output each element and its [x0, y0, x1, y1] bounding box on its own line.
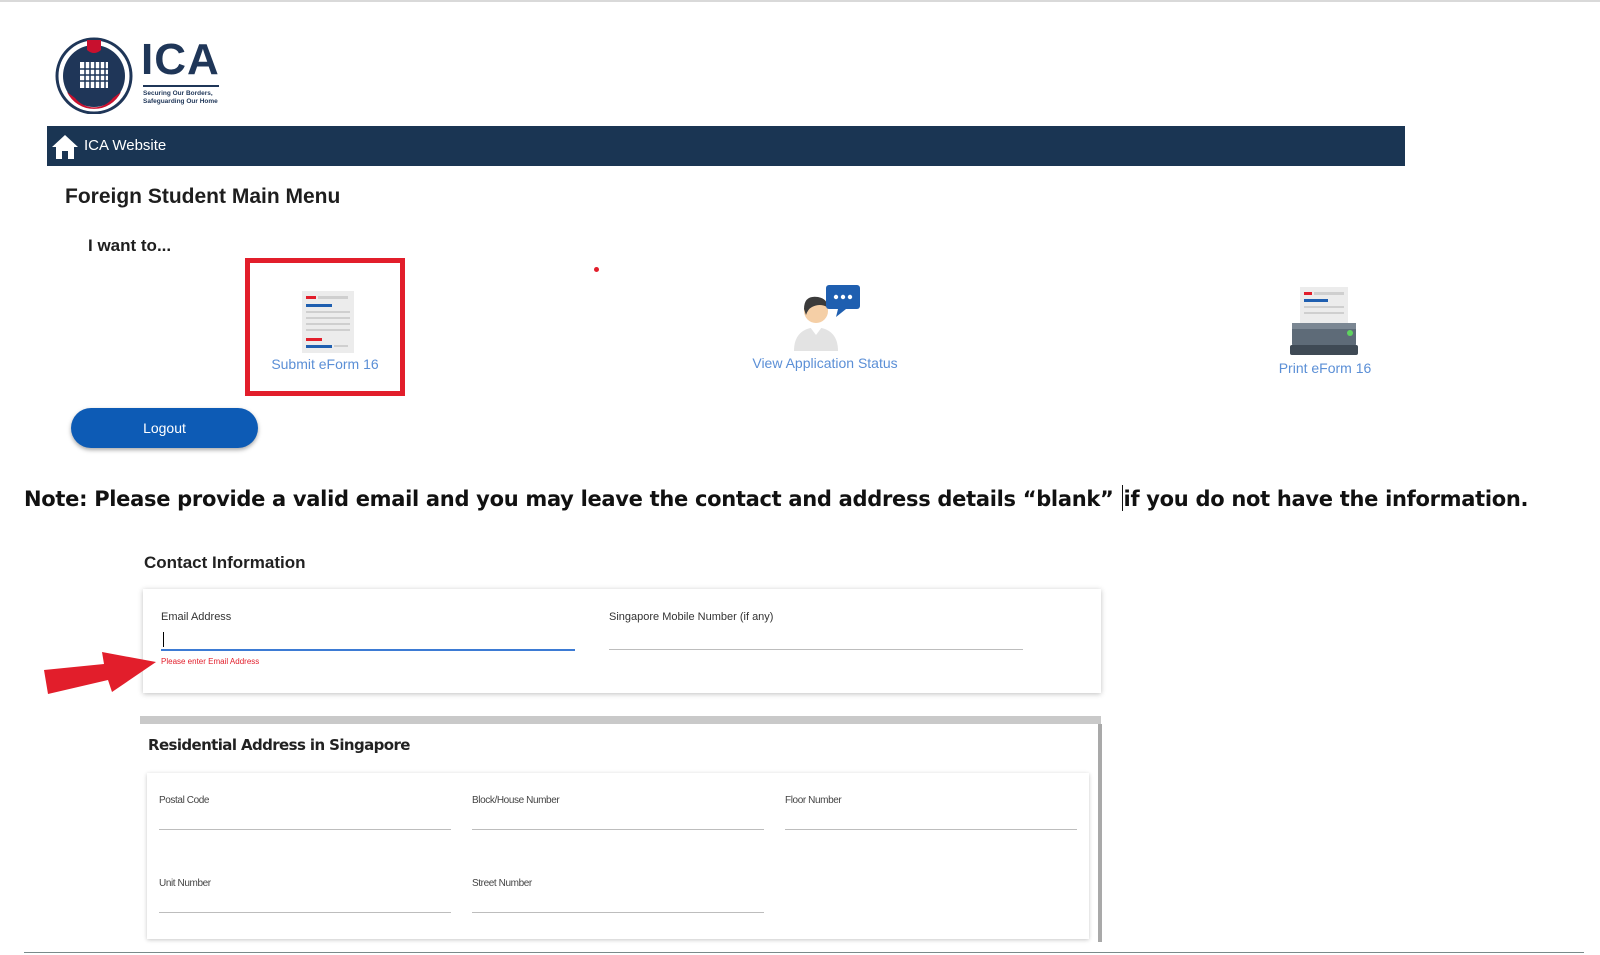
text-caret — [1121, 485, 1123, 511]
note-text-part-1: Note: Please provide a valid email and y… — [24, 487, 1121, 511]
logo-tagline: Securing Our Borders, Safeguarding Our H… — [143, 90, 233, 106]
street-number-label: Street Number — [472, 878, 532, 889]
page-title: Foreign Student Main Menu — [65, 185, 341, 208]
logo-wordmark: ICA — [141, 35, 220, 84]
form-document-icon — [302, 291, 354, 353]
top-navbar: ICA Website — [47, 126, 1405, 166]
postal-code-label: Postal Code — [159, 795, 210, 806]
unit-number-label: Unit Number — [159, 878, 211, 889]
menu-prompt: I want to... — [88, 236, 172, 255]
note-text: Note: Please provide a valid email and y… — [24, 485, 1528, 511]
unit-number-field[interactable] — [159, 892, 451, 913]
address-section-title: Residential Address in Singapore — [148, 736, 410, 754]
postal-code-field[interactable] — [159, 809, 451, 830]
floor-number-label: Floor Number — [785, 795, 842, 806]
email-error-message: Please enter Email Address — [161, 657, 260, 666]
red-dot-marker — [594, 267, 599, 272]
logo-divider — [143, 85, 219, 87]
mobile-label: Singapore Mobile Number (if any) — [609, 611, 774, 623]
home-icon[interactable] — [51, 133, 79, 161]
email-field[interactable] — [161, 629, 575, 651]
logo-tagline-line-2: Safeguarding Our Home — [143, 98, 218, 105]
block-house-number-field[interactable] — [472, 809, 764, 830]
note-text-part-2: if you do not have the information. — [1123, 487, 1529, 511]
person-chat-icon — [794, 285, 860, 351]
address-section-topbar — [140, 716, 1101, 724]
view-application-status-label: View Application Status — [752, 355, 898, 371]
logout-button[interactable]: Logout — [71, 408, 258, 448]
submit-eform16-label: Submit eForm 16 — [271, 356, 379, 372]
ica-website-link[interactable]: ICA Website — [84, 137, 166, 154]
address-card: Postal Code Block/House Number Floor Num… — [147, 773, 1089, 939]
email-label: Email Address — [161, 611, 232, 623]
red-arrow-pointer — [44, 652, 156, 694]
contact-section-title: Contact Information — [144, 553, 306, 572]
print-eform16-label: Print eForm 16 — [1278, 360, 1372, 376]
view-application-status-option[interactable]: View Application Status — [730, 285, 920, 375]
floor-number-field[interactable] — [785, 809, 1077, 830]
submit-eform16-option[interactable]: Submit eForm 16 — [245, 258, 405, 396]
street-number-field[interactable] — [472, 892, 764, 913]
logo-tagline-line-1: Securing Our Borders, — [143, 90, 213, 97]
contact-card: Email Address Please enter Email Address… — [143, 589, 1101, 693]
block-house-number-label: Block/House Number — [472, 795, 560, 806]
email-text-cursor — [163, 632, 164, 647]
ica-seal-icon — [55, 37, 133, 114]
mobile-number-field[interactable] — [609, 629, 1023, 650]
print-eform16-option[interactable]: Print eForm 16 — [1260, 285, 1390, 376]
bottom-divider — [24, 952, 1584, 953]
printer-icon — [1290, 287, 1358, 355]
ica-logo[interactable]: ICA Securing Our Borders, Safeguarding O… — [53, 30, 233, 118]
top-border — [0, 0, 1600, 2]
